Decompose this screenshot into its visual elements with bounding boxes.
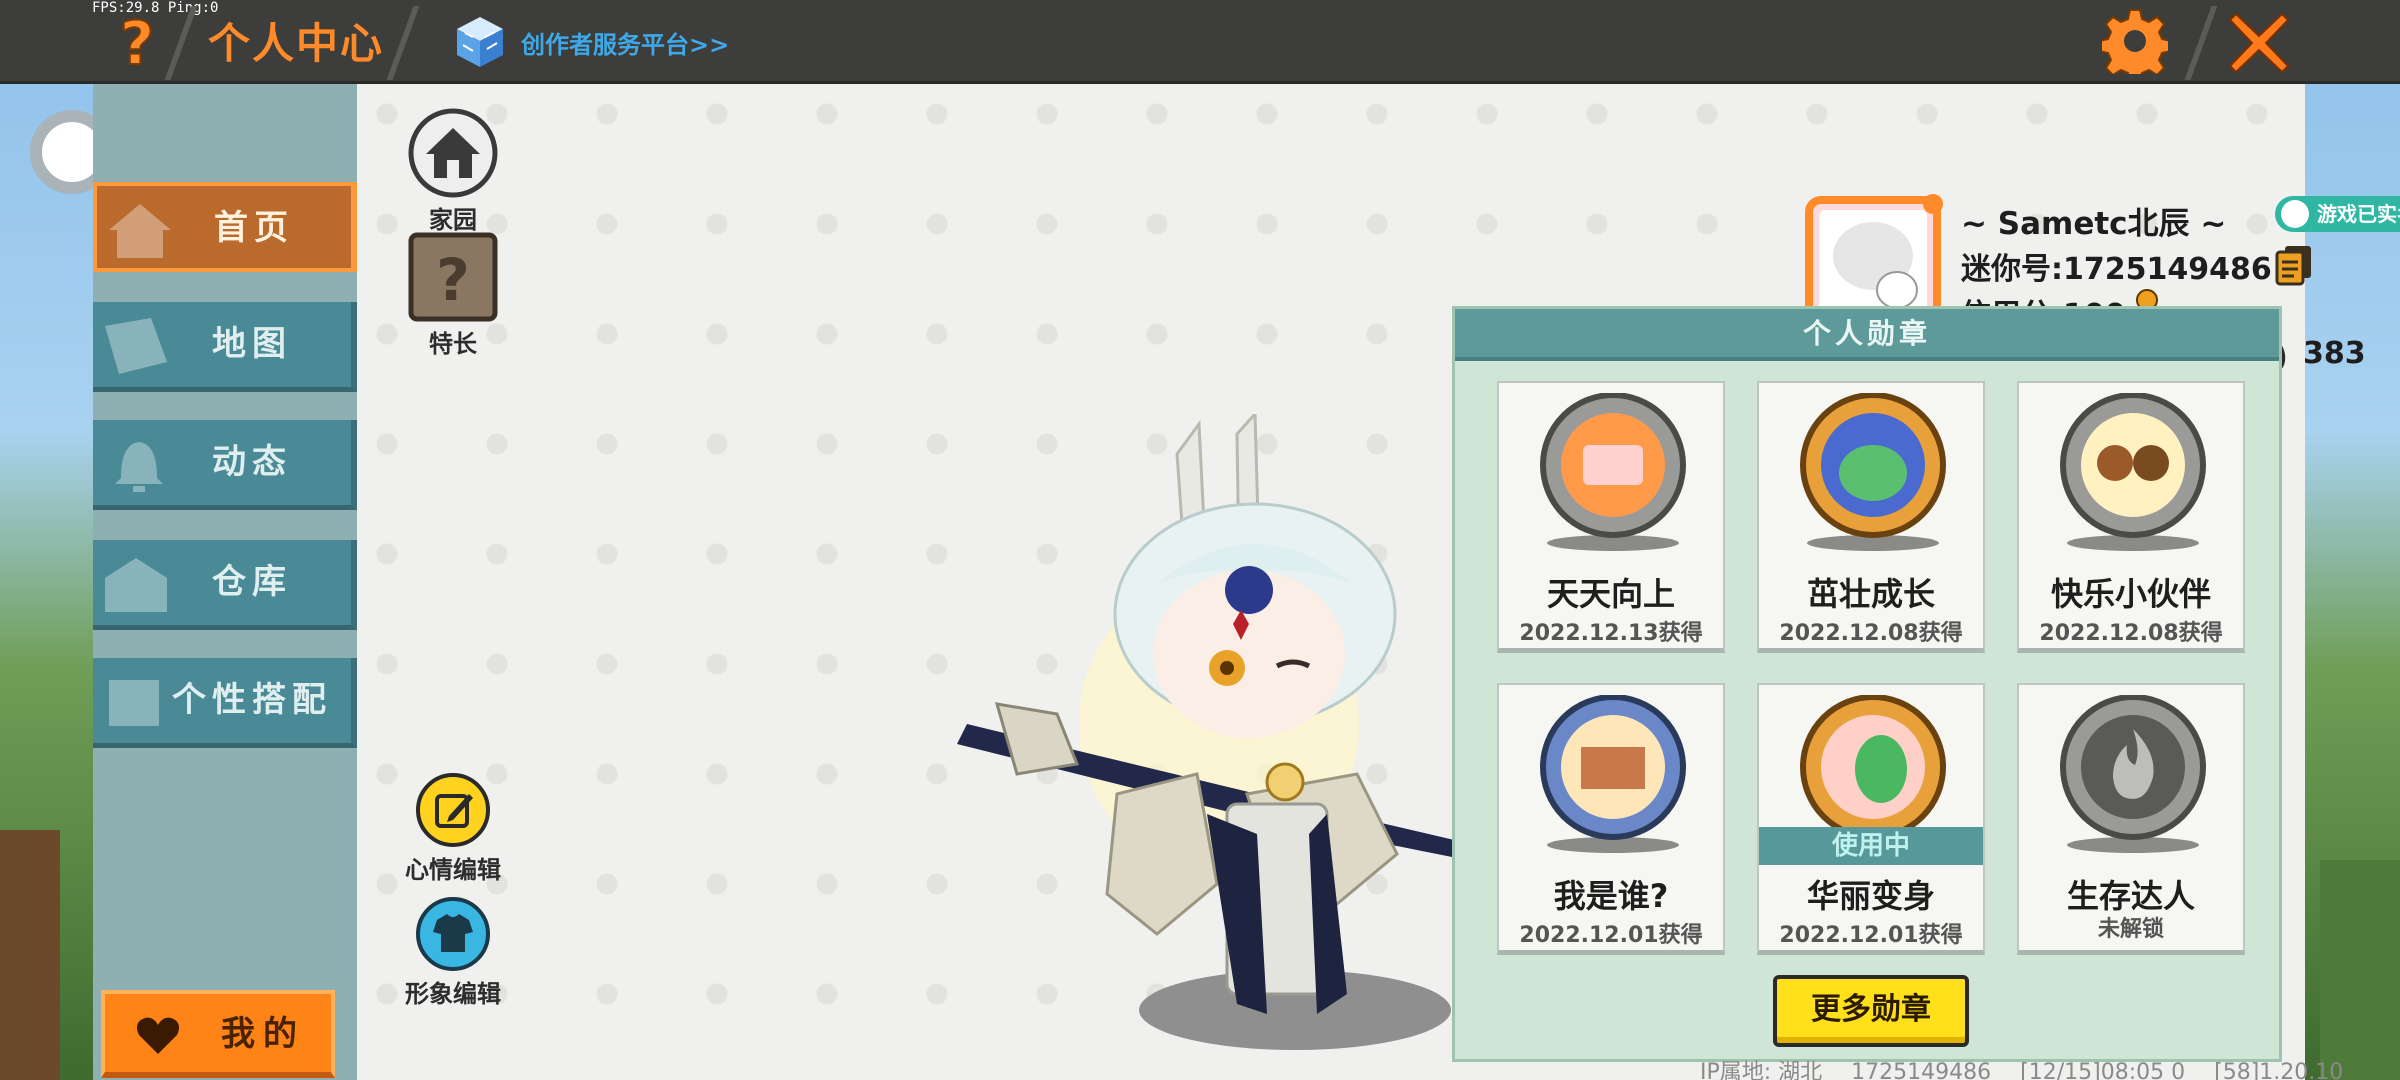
top-bar: FPS:29.8 Ping:0 ? 个人中心 创作者服务平台>> (0, 0, 2400, 84)
nav-item-label: 首页 (214, 208, 294, 248)
medal-name: 天天向上 (1546, 575, 1675, 613)
main-panel: 家园 ? 特长 心情编辑 形象编辑 ~ Sametc北辰 ~ 游戏已实 迷你号:… (357, 84, 2400, 1080)
medal-card[interactable]: 快乐小伙伴 2022.12.08获得 (2017, 381, 2245, 653)
fire-medal-icon (2060, 695, 2206, 853)
divider (164, 6, 198, 80)
nav-item-outfit[interactable]: 个性搭配 (93, 658, 357, 748)
medal-panel: 个人勋章 天天向上 2022.12.13获得 茁壮成长 2022.12.08获得 (1452, 306, 2282, 1062)
creator-platform-link[interactable]: 创作者服务平台>> (455, 14, 729, 70)
avatar-edit-label: 形象编辑 (405, 980, 501, 1008)
heart-icon (137, 1017, 179, 1054)
medal-date: 2022.12.08获得 (2039, 621, 2223, 646)
shirt-icon (416, 897, 490, 971)
skill-button[interactable]: ? 特长 (407, 232, 499, 359)
medal-name: 茁壮成长 (1806, 575, 1935, 613)
verified-label: 游戏已实名 (2317, 202, 2400, 226)
mood-edit-button[interactable]: 心情编辑 (397, 772, 509, 885)
svg-text:?: ? (436, 246, 470, 314)
terrain-block (0, 830, 60, 1080)
medal-card[interactable]: 茁壮成长 2022.12.08获得 (1757, 381, 1985, 653)
skill-label: 特长 (429, 330, 477, 358)
medal-card[interactable]: 使用中 华丽变身 2022.12.01获得 (1757, 683, 1985, 955)
nav-item-label: 地图 (212, 324, 292, 364)
medal-card[interactable]: 天天向上 2022.12.13获得 (1497, 381, 1725, 653)
svg-text:?: ? (120, 10, 155, 74)
page-title: 个人中心 (208, 19, 385, 68)
nav-item-home[interactable]: 首页 (93, 182, 357, 272)
status-version: [58]1.20.10 (2214, 1060, 2344, 1080)
mail-medal-icon (1540, 695, 1686, 853)
verified-badge: 游戏已实名 (2275, 196, 2400, 232)
nickname: ~ Sametc北辰 ~ (1961, 206, 2227, 242)
nav-item-map[interactable]: 地图 (93, 302, 357, 392)
medal-card[interactable]: 我是谁? 2022.12.01获得 (1497, 683, 1725, 955)
more-medals-button[interactable]: 更多勋章 (1773, 975, 1969, 1047)
help-button[interactable]: ? (108, 8, 166, 80)
mood-edit-label: 心情编辑 (405, 856, 501, 884)
medal-name: 我是谁? (1553, 877, 1669, 915)
status-time: [12/15]08:05 0 (2020, 1060, 2186, 1080)
nav-item-label: 个性搭配 (172, 680, 332, 720)
medal-card[interactable]: 生存达人 未解锁 (2017, 683, 2245, 955)
medal-date: 2022.12.01获得 (1519, 923, 1703, 948)
close-icon (2228, 12, 2290, 74)
avatar-edit-button[interactable]: 形象编辑 (397, 896, 509, 1009)
nav-item-feed[interactable]: 动态 (93, 420, 357, 510)
creator-platform-label: 创作者服务平台>> (521, 30, 730, 59)
mini-id: 迷你号:1725149486 (1961, 252, 2272, 287)
question-icon: ? (119, 8, 156, 80)
nav-item-label: 我的 (221, 1014, 305, 1054)
house-icon (408, 108, 498, 198)
medal-date: 2022.12.13获得 (1519, 621, 1703, 646)
left-nav: 首页 地图 动态 仓库 个性搭配 我的 (93, 84, 357, 1080)
nav-item-label: 动态 (212, 442, 292, 482)
nav-item-warehouse[interactable]: 仓库 (93, 540, 357, 630)
copy-icon[interactable] (2275, 244, 2313, 286)
mystery-box-icon: ? (408, 232, 498, 322)
user-check-icon (2281, 200, 2309, 228)
status-line: IP属地: 湖北 1725149486 [12/15]08:05 0 [58]1… (1700, 1054, 2365, 1080)
medal-panel-title: 个人勋章 (1455, 309, 2279, 361)
edit-pencil-icon (416, 773, 490, 847)
stat-heat-value: 383 (2303, 335, 2366, 371)
home-button[interactable]: 家园 (407, 108, 499, 235)
dino-medal-icon (1800, 393, 1946, 551)
divider (2184, 6, 2218, 80)
home-label: 家园 (429, 206, 477, 234)
medal-status: 未解锁 (2097, 917, 2164, 942)
gear-icon (2098, 9, 2172, 83)
settings-button[interactable] (2098, 8, 2172, 83)
in-use-badge: 使用中 (1759, 827, 1983, 865)
medal-date: 2022.12.08获得 (1779, 621, 1963, 646)
medal-date: 2022.12.01获得 (1779, 923, 1963, 948)
status-uid: 1725149486 (1851, 1060, 1992, 1080)
cube-icon (457, 17, 503, 67)
terrain-block (2320, 860, 2400, 1080)
book-medal-icon (1540, 393, 1686, 551)
medal-name: 快乐小伙伴 (2050, 575, 2211, 613)
divider (386, 6, 420, 80)
medal-name: 华丽变身 (1806, 877, 1935, 915)
nav-item-label: 仓库 (212, 562, 292, 602)
nav-item-mine[interactable]: 我的 (101, 990, 335, 1078)
friends-medal-icon (2060, 393, 2206, 551)
close-button[interactable] (2228, 12, 2290, 74)
ip-location: IP属地: 湖北 (1700, 1060, 1823, 1080)
